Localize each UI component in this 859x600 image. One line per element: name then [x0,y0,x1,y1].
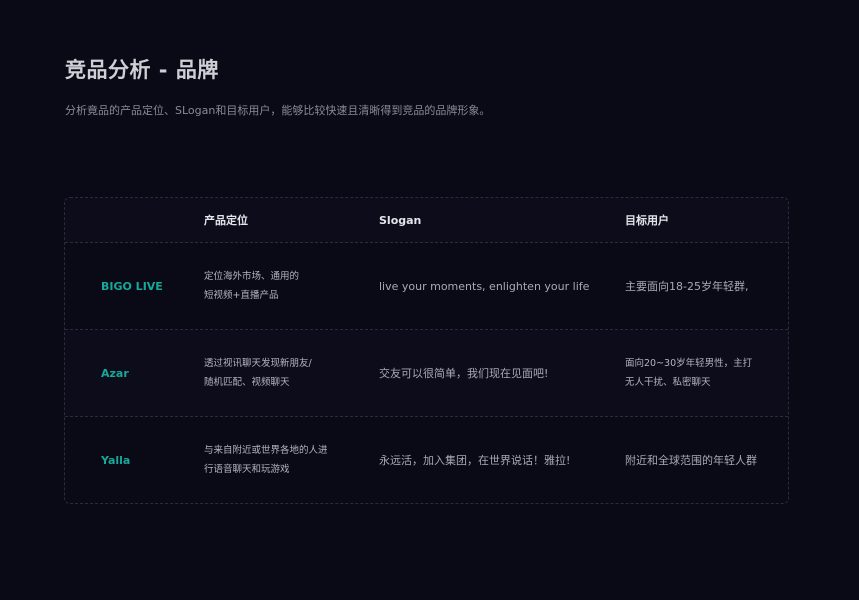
slogan-cell: live your moments, enlighten your life [379,243,619,329]
slogan-cell: 交友可以很简单，我们现在见面吧! [379,330,619,416]
target-cell: 主要面向18-25岁年轻群, [625,243,785,329]
positioning-cell: 透过视讯聊天发现新朋友/ 随机匹配、视频聊天 [204,330,369,416]
target-text: 附近和全球范围的年轻人群 [625,454,757,467]
target-line: 无人干扰、私密聊天 [625,377,711,388]
slogan-text: live your moments, enlighten your life [379,279,590,293]
header-target-users: 目标用户 [625,198,785,242]
brand-name: Yalla [101,453,131,467]
header-brand-cell [101,198,201,242]
positioning-line: 行语音聊天和玩游戏 [204,464,290,475]
brand-cell: Azar [101,330,201,416]
positioning-line: 短视频+直播产品 [204,290,279,301]
brand-cell: Yalla [101,417,201,503]
positioning-cell: 与来自附近或世界各地的人进 行语音聊天和玩游戏 [204,417,369,503]
positioning-line: 透过视讯聊天发现新朋友/ [204,358,312,369]
header-slogan-label: Slogan [379,213,422,227]
slogan-text: 交友可以很简单，我们现在见面吧! [379,367,549,380]
slogan-cell: 永远活，加入集团，在世界说话！雅拉! [379,417,619,503]
positioning-cell: 定位海外市场、通用的 短视频+直播产品 [204,243,369,329]
target-cell: 附近和全球范围的年轻人群 [625,417,785,503]
positioning-line: 随机匹配、视频聊天 [204,377,290,388]
header-target-users-label: 目标用户 [625,214,669,227]
header-positioning-label: 产品定位 [204,214,248,227]
table-row: Azar 透过视讯聊天发现新朋友/ 随机匹配、视频聊天 交友可以很简单，我们现在… [65,330,788,417]
positioning-line: 定位海外市场、通用的 [204,271,300,282]
brand-name: BIGO LIVE [101,279,163,293]
target-text: 主要面向18-25岁年轻群, [625,280,749,293]
target-cell: 面向20~30岁年轻男性，主打 无人干扰、私密聊天 [625,330,785,416]
table-row: Yalla 与来自附近或世界各地的人进 行语音聊天和玩游戏 永远活，加入集团，在… [65,417,788,503]
page-title: 竞品分析 - 品牌 [65,58,219,82]
table-header-row: 产品定位 Slogan 目标用户 [65,198,788,243]
brand-cell: BIGO LIVE [101,243,201,329]
header-positioning: 产品定位 [204,198,369,242]
slogan-text: 永远活，加入集团，在世界说话！雅拉! [379,454,571,467]
page-subtitle: 分析竟品的产品定位、SLogan和目标用户，能够比较快速且清晰得到竞品的品牌形象… [65,104,491,117]
header-slogan: Slogan [379,198,619,242]
positioning-line: 与来自附近或世界各地的人进 [204,445,328,456]
brand-name: Azar [101,366,129,380]
target-line: 面向20~30岁年轻男性，主打 [625,358,753,369]
brand-comparison-table: 产品定位 Slogan 目标用户 BIGO LIVE 定位海外市场、通用的 短视… [64,197,789,504]
table-row: BIGO LIVE 定位海外市场、通用的 短视频+直播产品 live your … [65,243,788,330]
